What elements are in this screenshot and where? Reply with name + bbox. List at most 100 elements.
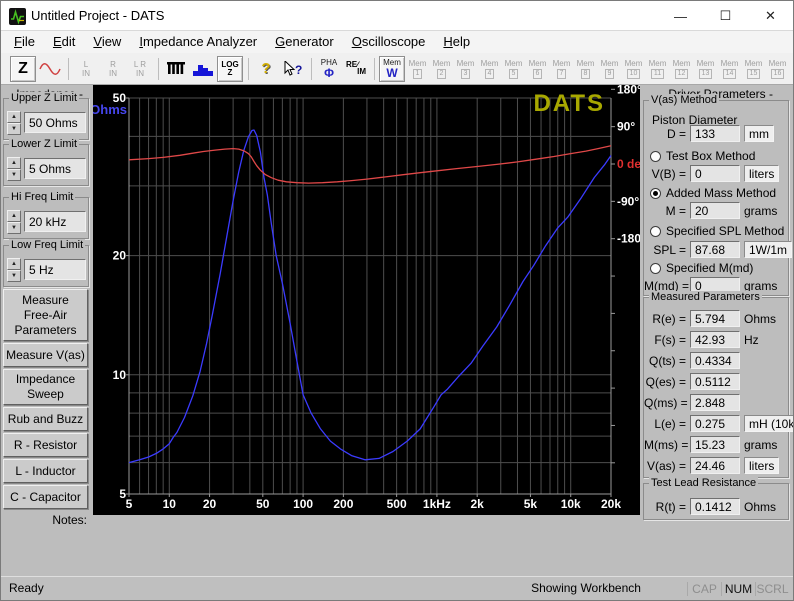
menu-generator[interactable]: Generator xyxy=(266,31,343,53)
y-axis-label-ohms: Ohms xyxy=(93,102,127,117)
menu-edit[interactable]: Edit xyxy=(44,31,84,53)
minimize-button[interactable]: — xyxy=(658,1,703,31)
lower-z-limit-spin-up[interactable]: ▲ xyxy=(7,157,21,169)
radio-icon[interactable] xyxy=(650,262,661,274)
y-axis-tick-10: 10 xyxy=(113,368,127,382)
impedance-z-button[interactable]: Z xyxy=(10,55,36,82)
lower-z-limit-spin-down[interactable]: ▼ xyxy=(7,169,21,181)
status-message: Ready xyxy=(9,581,44,595)
test-lead-resistance-group: Test Lead Resistance R(t) = 0.1412 Ohms xyxy=(643,477,789,520)
menu-view[interactable]: View xyxy=(84,31,130,53)
blue-bars-icon xyxy=(193,64,213,76)
menu-oscilloscope[interactable]: Oscilloscope xyxy=(343,31,435,53)
l-e-unit: mH (10k) xyxy=(744,415,793,432)
measured-parameters-title: Measured Parameters xyxy=(649,291,762,303)
maximize-button[interactable]: ☐ xyxy=(703,1,748,31)
spl-row: SPL = 87.68 1W/1m xyxy=(644,241,793,258)
v-as-row: V(as) = 24.46 liters xyxy=(644,457,788,474)
memory-10-button: Mem 10 xyxy=(624,58,643,79)
real-imaginary-button[interactable]: RE∕ IM xyxy=(343,56,369,82)
hi-freq-limit-spin-up[interactable]: ▲ xyxy=(7,210,21,222)
low-freq-limit-spin-down[interactable]: ▼ xyxy=(7,270,21,282)
spectrum-button[interactable] xyxy=(190,56,216,82)
l-inductor-button[interactable]: L - Inductor xyxy=(3,459,88,483)
l-e-value-field[interactable]: 0.275 xyxy=(690,415,740,432)
piano-keys-icon xyxy=(167,61,185,74)
help-question-icon: ? xyxy=(261,59,271,77)
radio-specified-spl-method[interactable]: Specified SPL Method xyxy=(650,224,784,238)
m-value-field[interactable]: 20 xyxy=(690,202,740,219)
q-ts-value-field[interactable]: 0.4334 xyxy=(690,352,740,369)
indicator-num: NUM xyxy=(721,582,755,596)
m-unit: grams xyxy=(744,204,778,218)
signal-generator-button[interactable] xyxy=(163,56,189,82)
phase-tick-180°: 180° xyxy=(617,85,640,96)
spl-value-field[interactable]: 87.68 xyxy=(690,241,740,258)
hi-freq-limit-spin-down[interactable]: ▼ xyxy=(7,222,21,234)
menu-help[interactable]: Help xyxy=(434,31,479,53)
hi-freq-limit-field[interactable]: 20 kHz xyxy=(24,211,86,232)
indicator-scrl: SCRL xyxy=(755,582,789,596)
upper-z-limit-field[interactable]: 50 Ohms xyxy=(24,112,86,133)
title-bar: Untitled Project - DATS — ☐ ✕ xyxy=(1,1,793,31)
memory-17-button: Mem17 xyxy=(790,56,794,82)
sine-generator-button[interactable] xyxy=(37,56,63,82)
x-axis-tick-100: 100 xyxy=(293,497,313,511)
l-e-label: L(e) = xyxy=(654,417,686,431)
d-value-field[interactable]: 133 xyxy=(690,125,740,142)
lower-z-limit-field[interactable]: 5 Ohms xyxy=(24,158,86,179)
radio-label: Specified M(md) xyxy=(666,261,754,275)
impedance-panel: - Impedance - Notes: Upper Z Limit▲▼50 O… xyxy=(1,85,91,576)
q-ms-value-field[interactable]: 2.848 xyxy=(690,394,740,411)
impedance-chart-svg: 5020105Ohms5 10 20 50 100 200 500 1kHz 2k 5k 10k 20… xyxy=(90,82,648,515)
log-impedance-button[interactable]: LOG Z xyxy=(217,55,243,82)
upper-z-limit-spin-up[interactable]: ▲ xyxy=(7,111,21,123)
lower-z-limit-title: Lower Z Limit xyxy=(9,138,80,150)
memory-workbench-button[interactable]: Mem W xyxy=(379,55,405,82)
m-row: M = 20 grams xyxy=(644,202,788,219)
q-es-row: Q(es) = 0.5112 xyxy=(644,373,788,390)
m-ms-value-field[interactable]: 15.23 xyxy=(690,436,740,453)
r-t-label: R(t) = xyxy=(655,500,686,514)
impedance-sweep-button[interactable]: Impedance Sweep xyxy=(3,369,88,405)
c-capacitor-button[interactable]: C - Capacitor xyxy=(3,485,88,509)
radio-icon[interactable] xyxy=(650,225,661,237)
r-e-unit: Ohms xyxy=(744,312,777,326)
status-bar: Ready Showing Workbench CAP NUM SCRL xyxy=(1,576,793,600)
phase-button[interactable]: PHA Φ xyxy=(316,56,342,82)
help-button[interactable]: ? xyxy=(253,56,279,82)
close-button[interactable]: ✕ xyxy=(748,1,793,31)
rub-and-buzz-button[interactable]: Rub and Buzz xyxy=(3,407,88,431)
q-ts-label: Q(ts) = xyxy=(648,354,686,368)
low-freq-limit-spin-up[interactable]: ▲ xyxy=(7,258,21,270)
v-as-value-field[interactable]: 24.46 xyxy=(690,457,740,474)
status-view-label: Showing Workbench xyxy=(531,581,641,595)
r-t-value-field[interactable]: 0.1412 xyxy=(690,498,740,515)
svg-text:?: ? xyxy=(295,63,302,77)
v-b-value-field[interactable]: 0 xyxy=(690,165,740,182)
r-resistor-button[interactable]: R - Resistor xyxy=(3,433,88,457)
radio-test-box-method[interactable]: Test Box Method xyxy=(650,149,755,163)
vas-method-group: V(as) Method Piston Diameter D = 133 mm Test… xyxy=(643,94,793,296)
radio-icon[interactable] xyxy=(650,187,661,199)
upper-z-limit-spin-down[interactable]: ▼ xyxy=(7,123,21,135)
radio-label: Specified SPL Method xyxy=(666,224,785,238)
menu-file[interactable]: File xyxy=(5,31,44,53)
r-e-value-field[interactable]: 5.794 xyxy=(690,310,740,327)
memory-4-button: Mem 4 xyxy=(480,58,499,79)
context-help-button[interactable]: ? xyxy=(280,56,306,82)
low-freq-limit-field[interactable]: 5 Hz xyxy=(24,259,86,280)
menu-impedance-analyzer[interactable]: Impedance Analyzer xyxy=(130,31,266,53)
measure-v-as-button[interactable]: Measure V(as) xyxy=(3,343,88,367)
v-as-label: V(as) = xyxy=(646,459,686,473)
memory-11-button: Mem 11 xyxy=(648,58,667,79)
f-s-value-field[interactable]: 42.93 xyxy=(690,331,740,348)
q-es-value-field[interactable]: 0.5112 xyxy=(690,373,740,390)
f-s-unit: Hz xyxy=(744,333,759,347)
radio-icon[interactable] xyxy=(650,150,661,162)
radio-added-mass-method[interactable]: Added Mass Method xyxy=(650,186,776,200)
radio-specified-m-md[interactable]: Specified M(md) xyxy=(650,261,753,275)
measure-free-air-parameters-button[interactable]: Measure Free-Air Parameters xyxy=(3,289,88,341)
memory-14-button: Mem 14 xyxy=(720,58,739,79)
r-e-row: R(e) = 5.794 Ohms xyxy=(644,310,788,327)
